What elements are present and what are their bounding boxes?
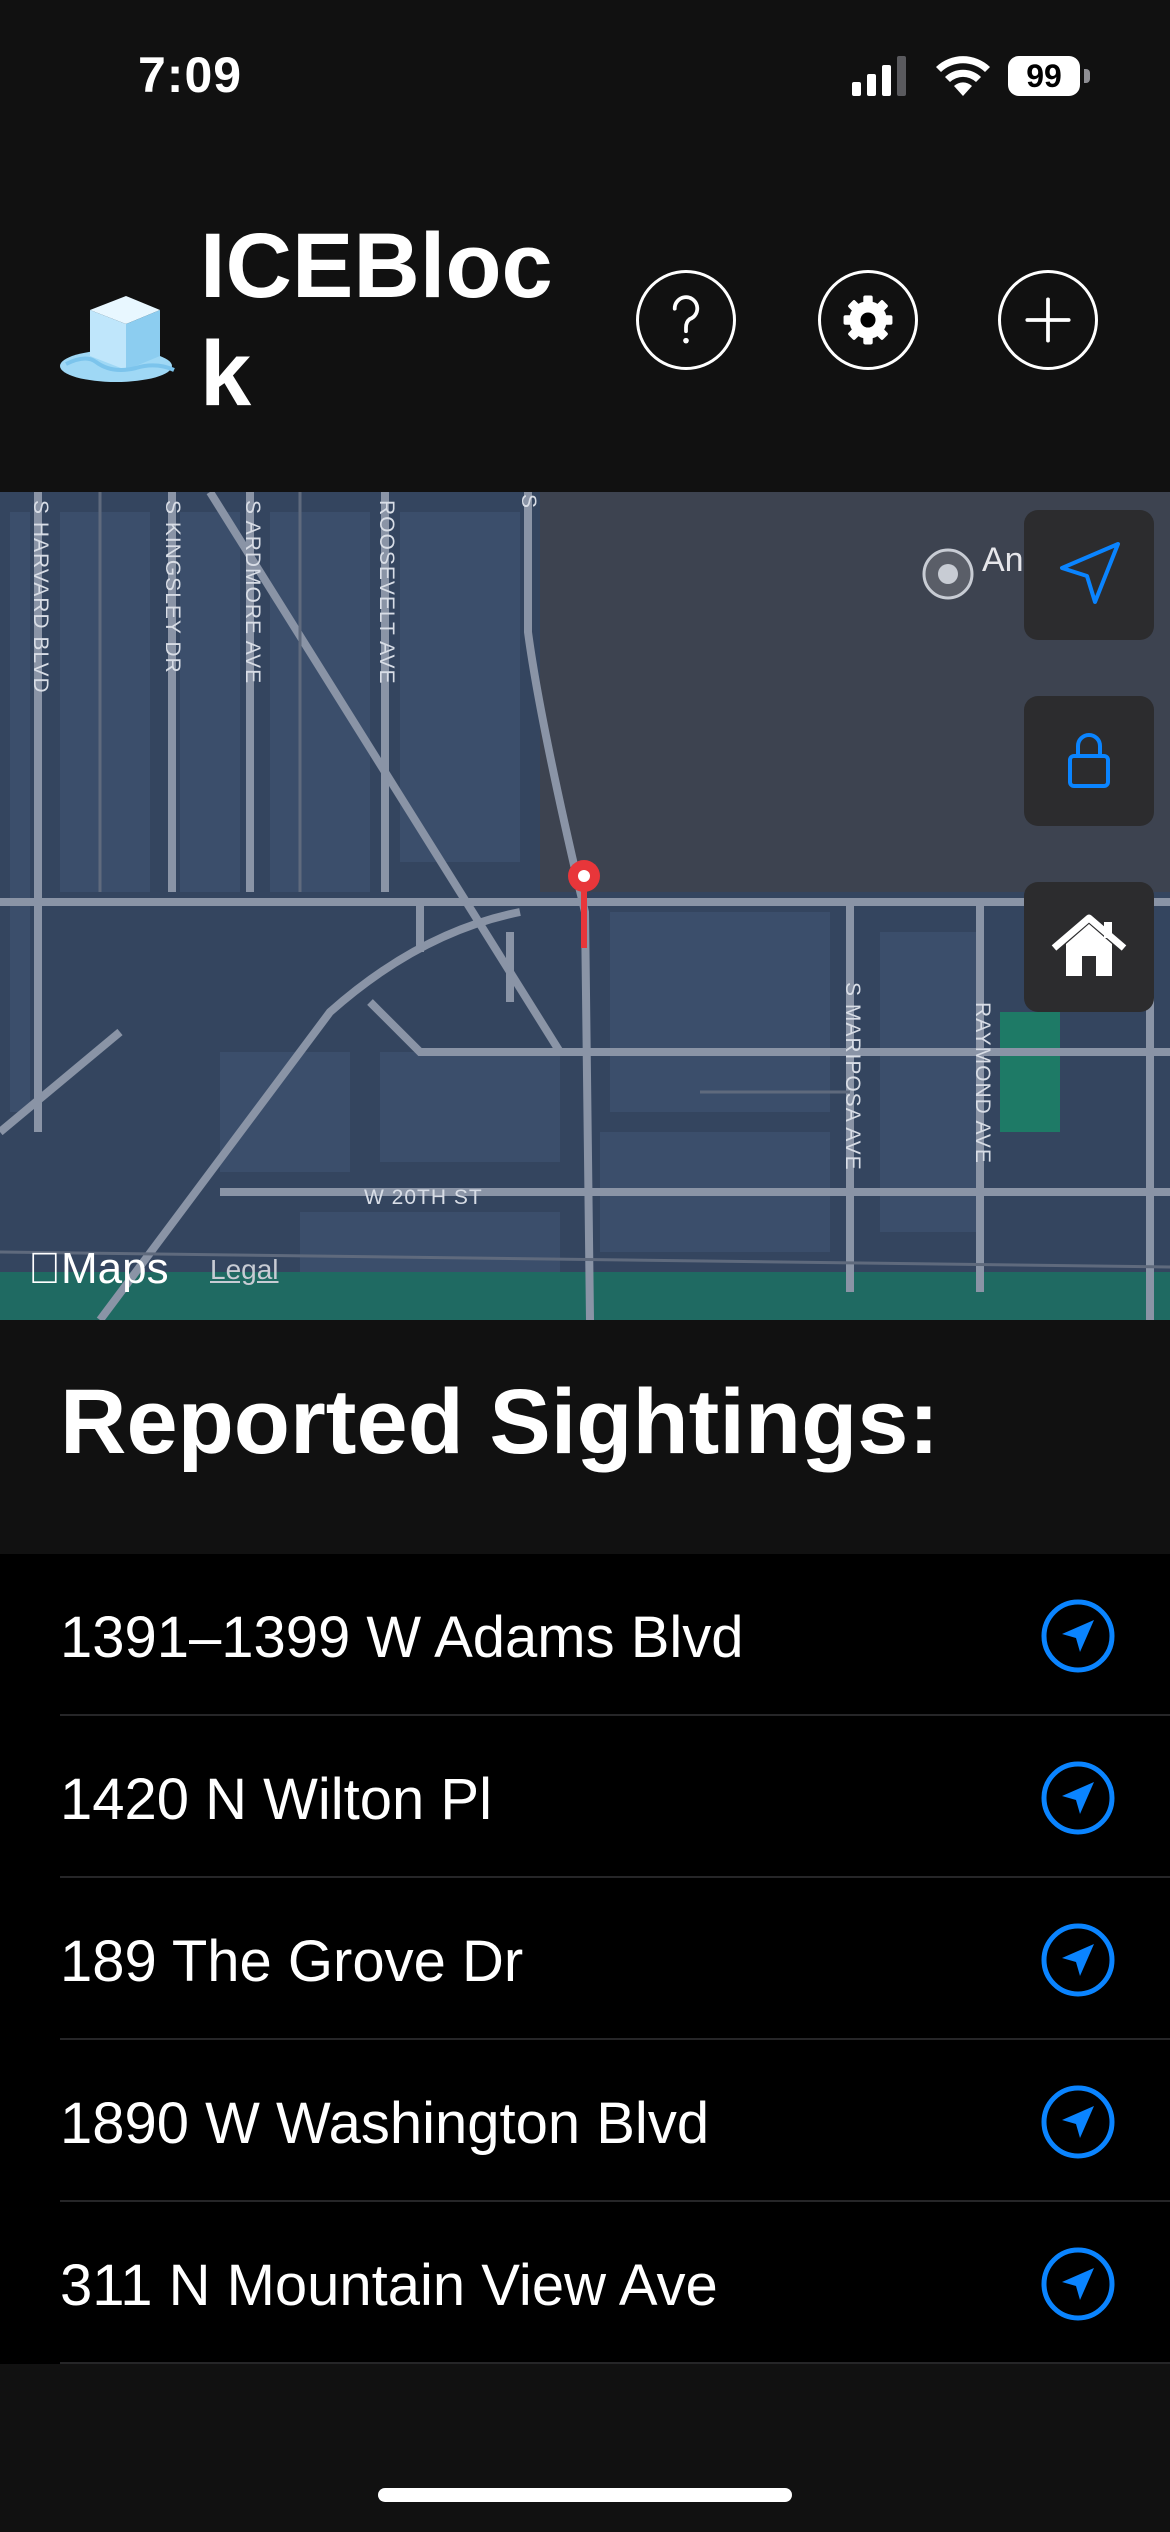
legal-link[interactable]: Legal (210, 1254, 279, 1286)
maps-brand-text: Maps (28, 1244, 169, 1293)
sighting-row[interactable]: 1391–1399 W Adams Blvd (0, 1554, 1170, 1716)
street-label: ROOSEVELT AVE (375, 500, 398, 685)
section-title: Reported Sightings: (60, 1371, 940, 1473)
cellular-signal-icon (852, 56, 906, 96)
street-label: S ARDMORE AVE (241, 500, 264, 685)
add-report-button[interactable] (998, 270, 1098, 370)
sightings-list: 1391–1399 W Adams Blvd 1420 N Wilton Pl … (0, 1554, 1170, 2364)
sighting-address: 189 The Grove Dr (60, 1929, 524, 1994)
map-view[interactable]: S HARVARD BLVD S KINGSLEY DR S ARDMORE A… (0, 492, 1170, 1320)
locate-me-button[interactable] (1024, 510, 1154, 640)
battery-level: 99 (1008, 56, 1080, 96)
question-icon (672, 295, 700, 344)
street-label: S HARVARD BLVD (29, 500, 52, 694)
sighting-address: 1420 N Wilton Pl (60, 1767, 492, 1832)
navigate-icon[interactable] (1040, 1598, 1116, 1674)
street-label: W 20TH ST (364, 1186, 483, 1209)
street-label: RAYMOND AVE (971, 1002, 994, 1164)
location-arrow-icon (1060, 542, 1120, 604)
wifi-icon (936, 56, 990, 96)
ice-cube-icon (60, 296, 175, 382)
navigate-icon[interactable] (1040, 1922, 1116, 1998)
lock-icon (1068, 733, 1110, 788)
sighting-address: 311 N Mountain View Ave (60, 2253, 718, 2318)
settings-button[interactable] (818, 270, 918, 370)
street-label: S KINGSLEY DR (161, 500, 184, 674)
app-header: ICEBlock (0, 150, 1170, 490)
navigate-icon[interactable] (1040, 2084, 1116, 2160)
status-time: 7:09 (138, 47, 243, 103)
app-title: ICEBlock (200, 215, 553, 425)
sighting-row[interactable]: 311 N Mountain View Ave (0, 2202, 1170, 2364)
street-label: S MARIPOSA AVE (841, 982, 864, 1171)
lock-map-button[interactable] (1024, 696, 1154, 826)
home-button[interactable] (1024, 882, 1154, 1012)
maps-attribution: Maps (28, 1244, 169, 1294)
home-indicator[interactable] (378, 2488, 792, 2502)
sighting-row[interactable]: 1890 W Washington Blvd (0, 2040, 1170, 2202)
plus-icon (1025, 297, 1071, 343)
status-bar: 7:09 99 (0, 0, 1170, 150)
sighting-row[interactable]: 189 The Grove Dr (0, 1878, 1170, 2040)
help-button[interactable] (636, 270, 736, 370)
sighting-address: 1391–1399 W Adams Blvd (60, 1605, 744, 1670)
battery-icon: 99 (1008, 56, 1092, 96)
sighting-address: 1890 W Washington Blvd (60, 2091, 710, 2156)
gear-icon (843, 295, 893, 345)
navigate-icon[interactable] (1040, 1760, 1116, 1836)
home-icon (1051, 914, 1127, 976)
street-label: S (517, 494, 540, 510)
navigate-icon[interactable] (1040, 2246, 1116, 2322)
sighting-row[interactable]: 1420 N Wilton Pl (0, 1716, 1170, 1878)
